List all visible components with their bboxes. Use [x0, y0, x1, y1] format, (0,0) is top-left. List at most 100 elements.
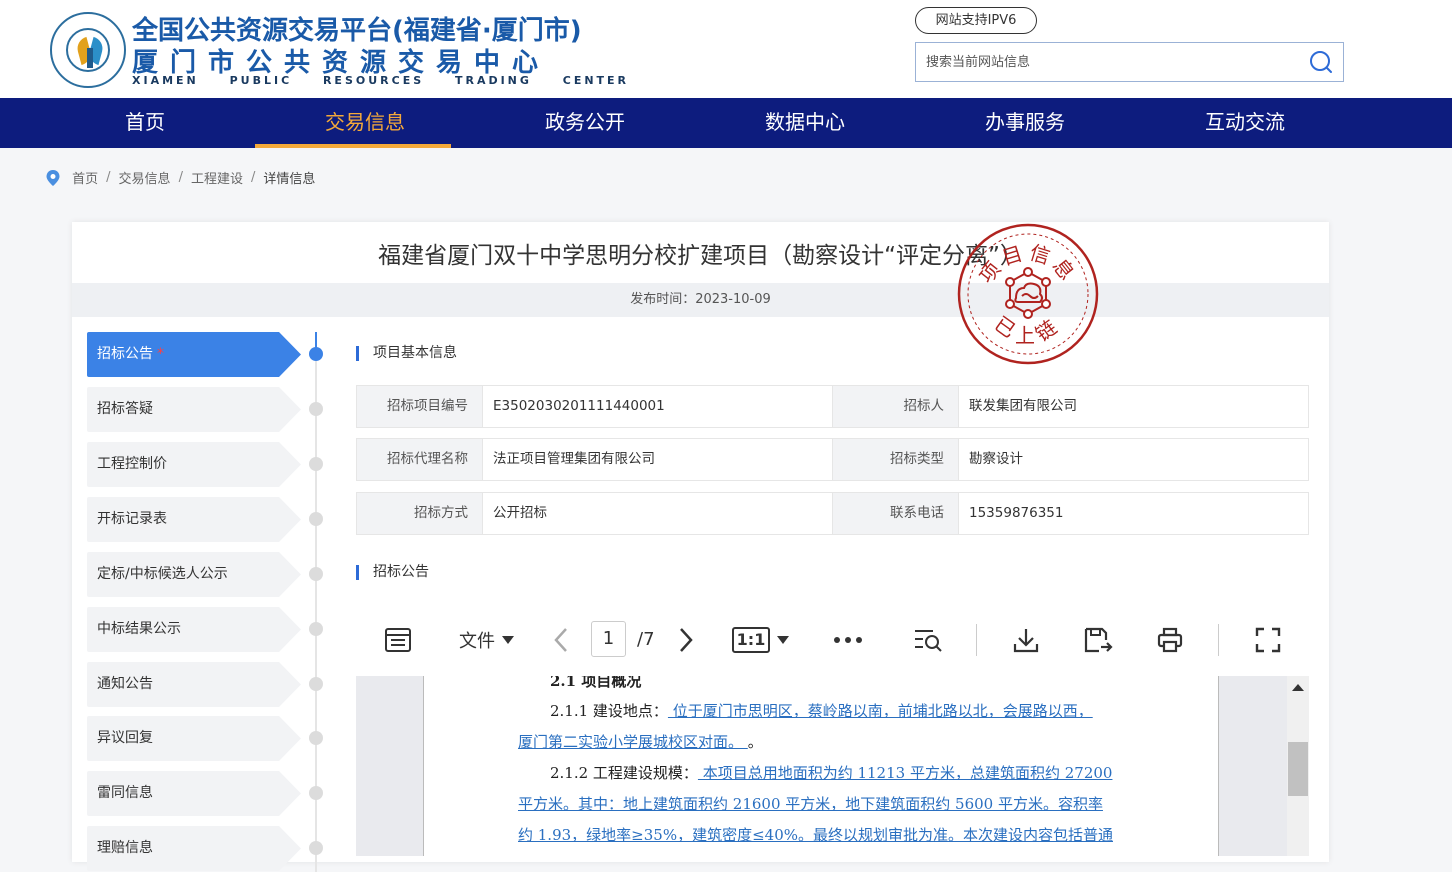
nav-item-gov-affairs[interactable]: 政务公开 — [475, 98, 695, 148]
caret-down-icon — [777, 636, 790, 644]
doc-underlined-text: 本项目总用地面积为约 11213 平方米，总建筑面积约 27200 — [697, 764, 1113, 782]
info-key: 招标人 — [832, 385, 959, 428]
doc-text: 2.1.2 工程建设规模： — [550, 764, 698, 782]
page-number-input[interactable]: 1 — [591, 621, 626, 657]
fullscreen-icon[interactable] — [1246, 604, 1290, 676]
sidebar-item-label: 通知公告 — [97, 676, 153, 692]
sidebar-item-result-notice[interactable]: 中标结果公示 — [87, 607, 301, 652]
logo-emblem-icon — [66, 28, 110, 72]
nav-item-services[interactable]: 办事服务 — [915, 98, 1135, 148]
doc-line: 约 1.93，绿地率≥35%，建筑密度≤40%。最终以规划审批为准。本次建设内容… — [518, 820, 1113, 851]
sidebar-item-objection-reply[interactable]: 异议回复 — [87, 716, 301, 761]
section-title-announcement: 招标公告 — [356, 565, 429, 580]
site-header: 全国公共资源交易平台(福建省·厦门市) 厦门市公共资源交易中心 XIAMEN P… — [0, 0, 1452, 98]
info-value: 联发集团有限公司 — [958, 385, 1309, 428]
doc-text: 。 — [747, 733, 763, 751]
search-icon[interactable] — [1309, 50, 1333, 74]
sidebar-item-label: 雷同信息 — [97, 785, 153, 801]
zoom-button[interactable]: 1:1 — [731, 604, 791, 676]
doc-underlined-text: 平方米。其中：地上建筑面积约 21600 平方米，地下建筑面积约 5600 平方… — [518, 795, 1103, 813]
zoom-value: 1:1 — [731, 627, 771, 653]
nav-item-data-center[interactable]: 数据中心 — [695, 98, 915, 148]
doc-line: 2.1.1 建设地点： 位于厦门市思明区，蔡岭路以南，前埔北路以北，会展路以西， — [550, 696, 1093, 727]
pdf-page: 2.1 项目概况 2.1.1 建设地点： 位于厦门市思明区，蔡岭路以南，前埔北路… — [423, 676, 1219, 856]
info-key: 招标项目编号 — [356, 385, 483, 428]
table-row: 招标代理名称 法正项目管理集团有限公司 招标类型 勘察设计 — [356, 438, 1309, 481]
sidebar-dot — [309, 567, 323, 581]
table-row: 招标方式 公开招标 联系电话 15359876351 — [356, 492, 1309, 535]
info-value: 勘察设计 — [958, 438, 1309, 481]
sidebar-item-bid-announcement[interactable]: 招标公告 * — [87, 332, 301, 377]
sidebar-dot — [309, 622, 323, 636]
sidebar-item-control-price[interactable]: 工程控制价 — [87, 442, 301, 487]
pdf-scrollbar[interactable] — [1287, 676, 1309, 856]
scrollbar-thumb[interactable] — [1288, 742, 1308, 796]
sidebar-item-notice[interactable]: 通知公告 — [87, 662, 301, 707]
toolbar-divider — [1218, 624, 1219, 656]
ipv6-badge: 网站支持IPV6 — [915, 7, 1037, 34]
print-icon[interactable] — [1148, 604, 1192, 676]
nav-item-home[interactable]: 首页 — [35, 98, 255, 148]
doc-underlined-text: 厦门第二实验小学展城校区对面。 — [518, 733, 748, 751]
publish-label: 发布时间： — [630, 292, 696, 307]
site-title-line3: XIAMEN PUBLIC RESOURCES TRADING CENTER — [132, 74, 630, 87]
sidebar-dot — [309, 347, 323, 361]
breadcrumb: 首页 / 交易信息 / 工程建设 / 详情信息 — [46, 168, 315, 188]
sidebar-dot — [309, 402, 323, 416]
breadcrumb-current: 详情信息 — [263, 172, 316, 187]
info-key: 招标代理名称 — [356, 438, 483, 481]
sidebar-dot — [309, 512, 323, 526]
sidebar-item-label: 招标答疑 — [97, 401, 153, 417]
sidebar-dot — [309, 457, 323, 471]
caret-down-icon — [502, 636, 514, 644]
scroll-up-icon[interactable] — [1292, 684, 1304, 691]
doc-underlined-text: 约 1.93，绿地率≥35%，建筑密度≤40%。最终以规划审批为准。本次建设内容… — [518, 826, 1113, 844]
file-menu-button[interactable]: 文件 — [452, 604, 522, 676]
sidebar-dot — [309, 731, 323, 745]
breadcrumb-home[interactable]: 首页 — [72, 172, 98, 187]
sidebar-dot — [309, 841, 323, 855]
doc-text: 2.1.1 建设地点： — [550, 702, 668, 720]
location-pin-icon — [46, 169, 60, 186]
prev-page-icon[interactable] — [546, 604, 576, 676]
doc-heading: 2.1 项目概况 — [550, 676, 642, 690]
publish-date: 2023-10-09 — [695, 292, 771, 307]
search-box — [915, 42, 1344, 82]
blockchain-stamp-icon: 项目信息 已上链 — [957, 223, 1099, 365]
info-value: 法正项目管理集团有限公司 — [482, 438, 833, 481]
save-as-icon[interactable] — [1076, 604, 1120, 676]
pdf-viewer[interactable]: 2.1 项目概况 2.1.1 建设地点： 位于厦门市思明区，蔡岭路以南，前埔北路… — [356, 676, 1309, 856]
file-menu-label: 文件 — [459, 631, 495, 652]
sidebar-dot — [309, 677, 323, 691]
sidebar-item-label: 招标公告 — [97, 346, 153, 362]
search-input[interactable] — [916, 43, 1296, 81]
nav-item-interaction[interactable]: 互动交流 — [1135, 98, 1355, 148]
site-logo[interactable] — [50, 12, 126, 88]
pdf-toolbar: 文件 1 /7 1:1 — [356, 604, 1309, 676]
download-icon[interactable] — [1004, 604, 1048, 676]
info-key: 招标方式 — [356, 492, 483, 535]
search-text-icon[interactable] — [906, 604, 950, 676]
breadcrumb-engineering[interactable]: 工程建设 — [191, 172, 243, 187]
breadcrumb-trade-info[interactable]: 交易信息 — [119, 172, 171, 187]
doc-line: 厦门第二实验小学展城校区对面。 。 — [518, 727, 763, 758]
info-value: E3502030201111440001 — [482, 385, 833, 428]
sidebar-dot — [309, 786, 323, 800]
doc-line: 平方米。其中：地上建筑面积约 21600 平方米，地下建筑面积约 5600 平方… — [518, 789, 1103, 820]
sidebar-item-label: 定标/中标候选人公示 — [97, 566, 228, 582]
info-value: 15359876351 — [958, 492, 1309, 535]
sidebar-item-candidate-notice[interactable]: 定标/中标候选人公示 — [87, 552, 301, 597]
info-value: 公开招标 — [482, 492, 833, 535]
publish-bar: 发布时间：2023-10-09 — [72, 283, 1329, 317]
more-options-icon[interactable] — [826, 604, 870, 676]
nav-item-trade-info[interactable]: 交易信息 — [255, 98, 475, 148]
toolbar-divider — [976, 624, 977, 656]
sidebar-item-label: 异议回复 — [97, 730, 153, 746]
sidebar-item-similar-info[interactable]: 雷同信息 — [87, 771, 301, 816]
sidebar-toggle-icon[interactable] — [376, 604, 420, 676]
sidebar-item-bid-qa[interactable]: 招标答疑 — [87, 387, 301, 432]
info-key: 招标类型 — [832, 438, 959, 481]
section-title-basic-info: 项目基本信息 — [356, 346, 457, 361]
next-page-icon[interactable] — [671, 604, 701, 676]
sidebar-item-opening-record[interactable]: 开标记录表 — [87, 497, 301, 542]
